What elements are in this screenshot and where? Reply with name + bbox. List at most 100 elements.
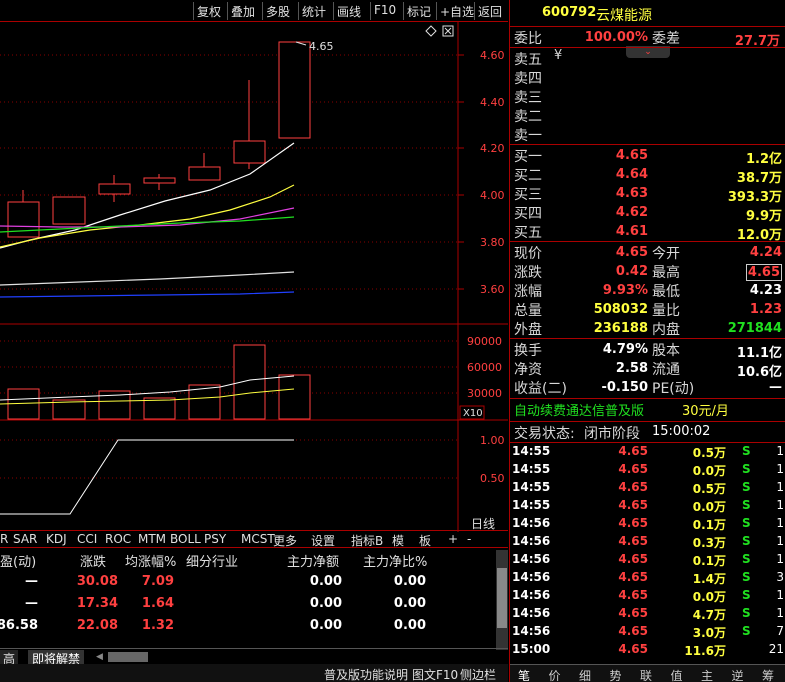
menu-item[interactable]: F10 (374, 3, 396, 17)
side-tab[interactable]: 逆 (732, 667, 744, 682)
sidebar-toggle[interactable]: 侧边栏 (460, 666, 496, 682)
stat-label: 最低 (652, 284, 680, 300)
menu-item[interactable]: 返回 (478, 3, 502, 20)
table-header[interactable]: 均涨幅% (125, 551, 176, 570)
bid-row[interactable]: 买三 4.63 393.3万 (512, 184, 784, 205)
diamond-icon[interactable] (425, 25, 437, 37)
side-tab[interactable]: 主 (701, 667, 713, 682)
stat-value: 4.65 (745, 264, 782, 281)
tick-row: 14:56 4.65 1.4万 S 3 (510, 569, 785, 587)
indicator-tab[interactable]: 更多 (273, 532, 297, 549)
tick-row: 14:55 4.65 0.5万 S 1 (510, 443, 785, 461)
table-scrollbar[interactable] (496, 550, 508, 650)
chart-panel: 复权 叠加 多股 统计 画线 F10 标记 +自选 返回 4.60 4.40 4.20 4.00… (0, 0, 508, 682)
bottom-tab-bar: 高 即将解禁 ◀ (0, 648, 508, 667)
indicator-tab[interactable]: 板 (419, 532, 431, 549)
side-tab[interactable]: 笔 (518, 667, 530, 682)
f10-link[interactable]: 图文F10 (412, 666, 458, 682)
side-tab[interactable]: 势 (610, 667, 622, 682)
side-tab[interactable]: 筹 (762, 667, 774, 682)
table-header[interactable]: 盈(动) (0, 551, 36, 570)
tick-price: 4.65 (618, 570, 648, 584)
indicator-tab[interactable]: SAR (13, 532, 37, 546)
indicator-tab[interactable]: BOLL (170, 532, 201, 546)
table-cell: 17.34 (76, 596, 118, 611)
stat-label: 涨幅 (514, 284, 542, 300)
stock-header: 600792 云煤能源 (510, 0, 785, 27)
tick-time: 14:56 (512, 570, 551, 584)
tick-time: 14:56 (512, 516, 551, 530)
tick-row: 15:00 4.65 11.6万 21 (510, 641, 785, 659)
indicator-tabs: R SAR KDJ CCI ROC MTM BOLL PSY MCST 更多 设置 指标B 模板 + - (0, 530, 508, 548)
table-header[interactable]: 细分行业 (186, 551, 238, 570)
indicator-tab[interactable]: MCST (241, 532, 275, 546)
tick-count: 1 (776, 462, 784, 476)
table-header[interactable]: 涨跌 (80, 551, 106, 570)
tick-time: 14:56 (512, 534, 551, 548)
indicator-tick: 0.50 (480, 472, 505, 485)
menu-separator (298, 2, 299, 20)
indicator-tab[interactable]: KDJ (46, 532, 67, 546)
indicator-tab[interactable]: MTM (138, 532, 166, 546)
menu-item[interactable]: 画线 (337, 3, 361, 20)
bid-row[interactable]: 买一 4.65 1.2亿 (512, 146, 784, 167)
menu-item[interactable]: 统计 (302, 3, 326, 20)
volume-tick: 90000 (467, 335, 502, 348)
status-bar: 普及版功能说明 图文F10 侧边栏 (0, 664, 508, 682)
indicator-tab[interactable]: - (467, 532, 471, 546)
tick-volume: 0.0万 (692, 500, 726, 514)
indicator-tab[interactable]: 指标B (351, 532, 383, 549)
ask-label: 卖四 (514, 71, 542, 87)
side-tab[interactable]: 联 (640, 667, 652, 682)
bid-row[interactable]: 买五 4.61 12.0万 (512, 222, 784, 243)
tick-time: 15:00 (512, 642, 551, 656)
bid-row[interactable]: 买二 4.64 38.7万 (512, 165, 784, 186)
stat-label: 换手 (514, 343, 542, 359)
side-tab[interactable]: 细 (579, 667, 591, 682)
stat-value: 4.23 (749, 283, 782, 298)
tick-side: S (742, 534, 751, 548)
stat-label: 最高 (652, 265, 680, 281)
stat-value: 271844 (727, 321, 782, 336)
horizontal-scrollbar[interactable] (108, 652, 148, 662)
indicator-tab[interactable]: R (0, 532, 8, 546)
menu-item[interactable]: 标记 (407, 3, 431, 20)
function-help-link[interactable]: 普及版功能说明 (324, 666, 408, 682)
ad-price[interactable]: 30元/月 (682, 400, 729, 419)
table-cell: 0.00 (309, 618, 342, 633)
stat-label: 涨跌 (514, 265, 542, 281)
scroll-left-icon[interactable]: ◀ (96, 652, 103, 662)
commission-ratio-label: 委比 (514, 31, 542, 47)
bid-price: 4.65 (615, 148, 648, 163)
tick-price: 4.65 (618, 606, 648, 620)
bid-price: 4.61 (615, 224, 648, 239)
indicator-tab[interactable]: ROC (105, 532, 131, 546)
menu-item[interactable]: 叠加 (231, 3, 255, 20)
stat-label: 总量 (514, 303, 542, 319)
tick-count: 1 (776, 534, 784, 548)
table-header[interactable]: 主力净比% (363, 551, 427, 570)
close-icon[interactable] (442, 25, 454, 37)
bid-row[interactable]: 买四 4.62 9.9万 (512, 203, 784, 224)
tick-price: 4.65 (618, 588, 648, 602)
table-header[interactable]: 主力净额 (287, 551, 339, 570)
tick-side: S (742, 606, 751, 620)
stat-value: 9.93% (602, 283, 648, 298)
indicator-tab[interactable]: + (448, 532, 458, 546)
chart-menu-bar: 复权 叠加 多股 统计 画线 F10 标记 +自选 返回 (0, 0, 508, 22)
tick-count: 1 (776, 516, 784, 530)
indicator-tab[interactable]: CCI (77, 532, 97, 546)
indicator-tab[interactable]: 设置 (311, 532, 335, 549)
tick-count: 7 (776, 624, 784, 638)
side-tab[interactable]: 值 (671, 667, 683, 682)
indicator-tab[interactable]: PSY (204, 532, 226, 546)
indicator-tab[interactable]: 模 (392, 532, 404, 549)
menu-item[interactable]: +自选 (440, 3, 474, 20)
ad-text[interactable]: 自动续费通达信普及版 (514, 400, 644, 419)
side-tab[interactable]: 价 (549, 667, 561, 682)
menu-item[interactable]: 多股 (266, 3, 290, 20)
menu-item[interactable]: 复权 (197, 3, 221, 20)
subscription-ad[interactable]: 自动续费通达信普及版 30元/月 (512, 400, 784, 420)
period-label[interactable]: 日线 (471, 517, 495, 531)
table-cell: 0.00 (393, 618, 426, 633)
